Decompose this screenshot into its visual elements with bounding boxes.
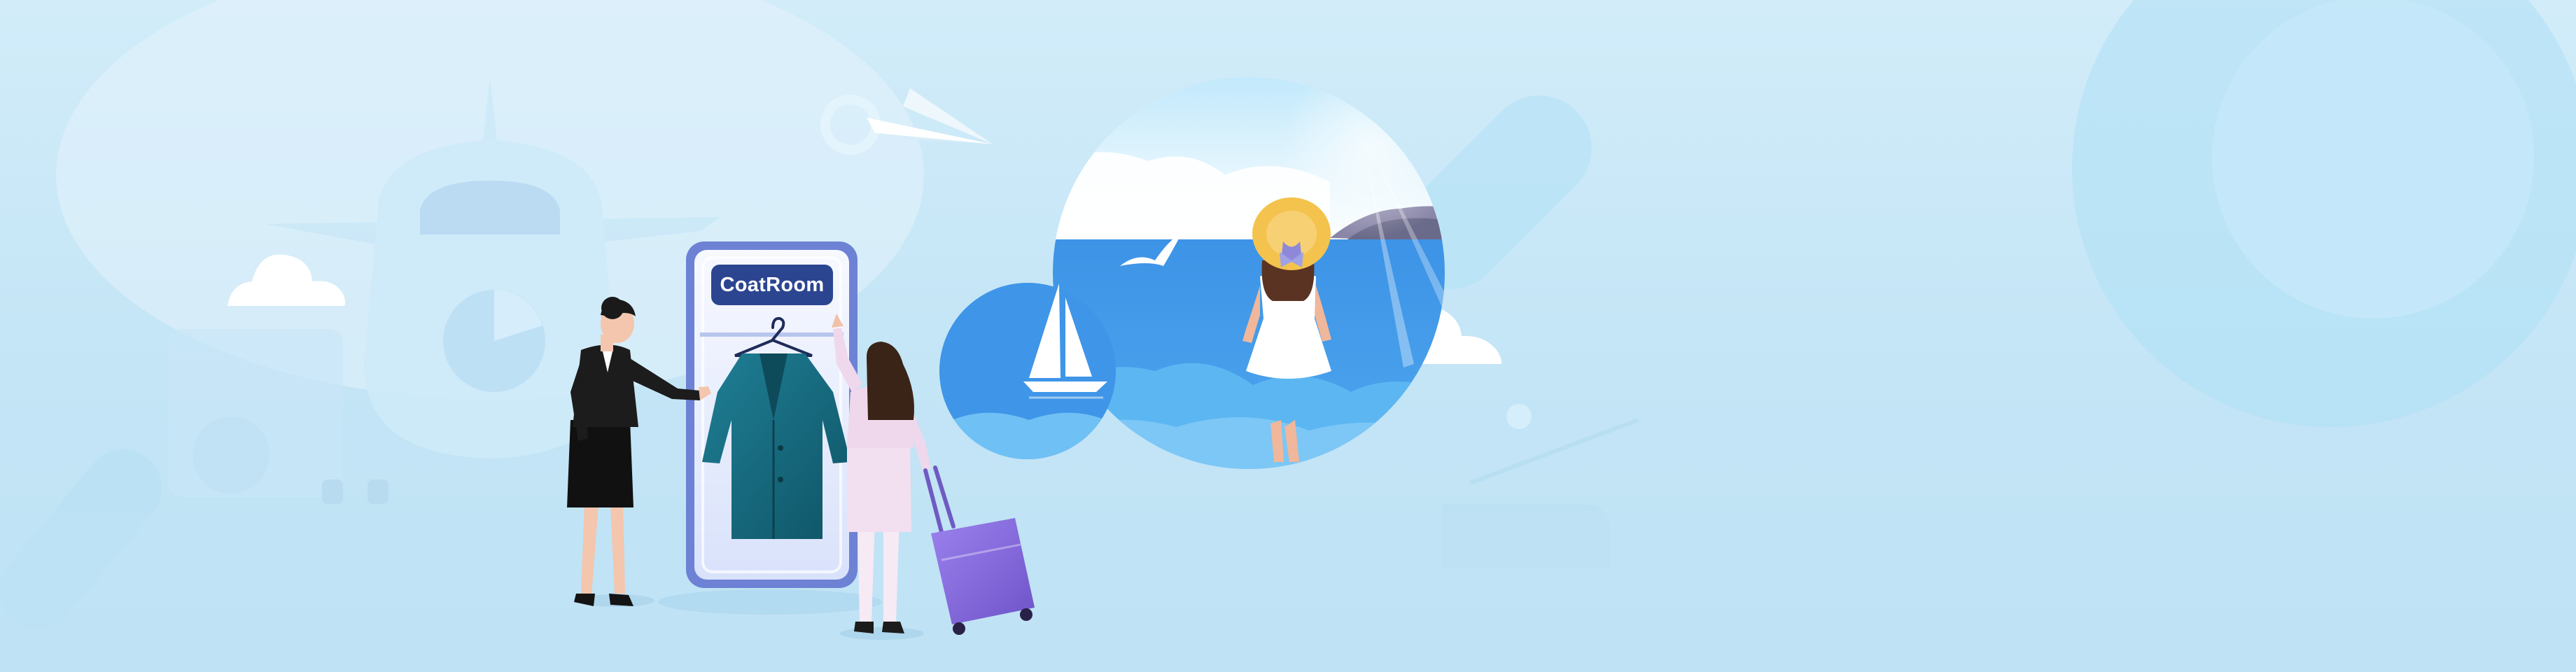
hero-banner: CoatRoom xyxy=(0,0,2576,672)
coatroom-sign: CoatRoom xyxy=(720,273,825,296)
banner-illustration xyxy=(0,0,2576,672)
beach-scene xyxy=(939,77,1445,469)
